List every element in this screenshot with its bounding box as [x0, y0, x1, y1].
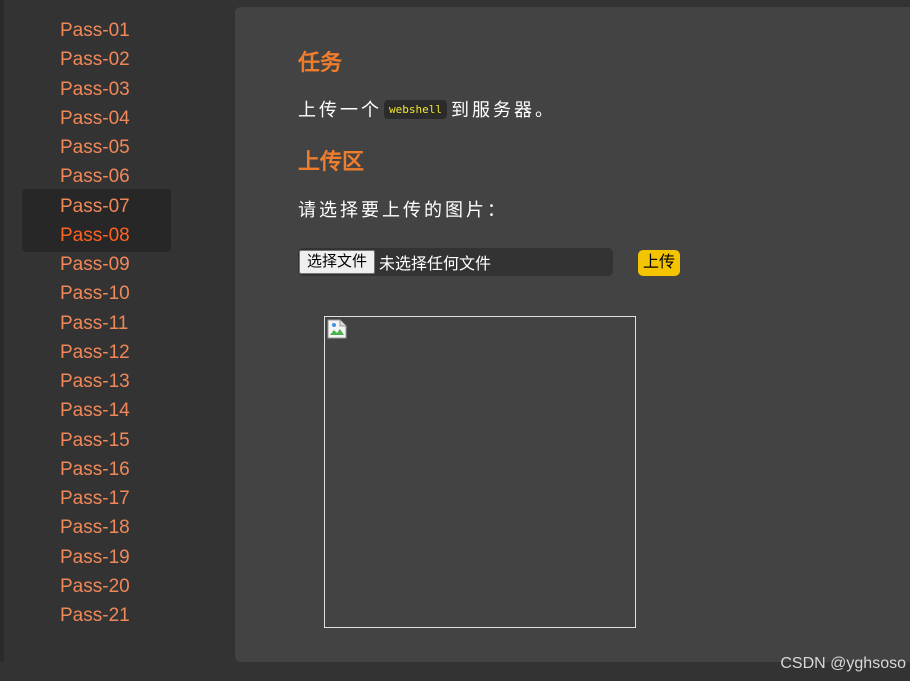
sidebar-item-pass-16[interactable]: Pass-16 — [60, 455, 130, 484]
sidebar-item-pass-07[interactable]: Pass-07 — [60, 192, 130, 221]
task-heading: 任务 — [298, 50, 343, 75]
upload-prompt: 请选择要上传的图片： — [298, 200, 508, 220]
webshell-code: webshell — [384, 100, 447, 119]
task-text-after: 到服务器。 — [450, 100, 556, 120]
sidebar-item-pass-20[interactable]: Pass-20 — [60, 572, 130, 601]
sidebar-item-pass-03[interactable]: Pass-03 — [60, 75, 130, 104]
sidebar-item-pass-05[interactable]: Pass-05 — [60, 133, 130, 162]
sidebar-item-pass-19[interactable]: Pass-19 — [60, 543, 130, 572]
broken-image-icon — [327, 319, 347, 339]
sidebar-item-pass-08[interactable]: Pass-08 — [60, 221, 130, 250]
upload-button[interactable]: 上传 — [638, 250, 681, 276]
file-input[interactable]: 选择文件 未选择任何文件 — [298, 248, 613, 276]
left-edge — [0, 0, 4, 662]
sidebar-item-pass-11[interactable]: Pass-11 — [60, 309, 130, 338]
sidebar-item-pass-18[interactable]: Pass-18 — [60, 513, 130, 542]
sidebar-item-pass-21[interactable]: Pass-21 — [60, 601, 130, 630]
sidebar-item-pass-04[interactable]: Pass-04 — [60, 104, 130, 133]
sidebar-item-pass-10[interactable]: Pass-10 — [60, 279, 130, 308]
image-preview — [324, 316, 636, 628]
sidebar-item-pass-17[interactable]: Pass-17 — [60, 484, 130, 513]
sidebar-item-pass-13[interactable]: Pass-13 — [60, 367, 130, 396]
sidebar-list: Pass-01 Pass-02 Pass-03 Pass-04 Pass-05 Pass-… — [60, 16, 130, 630]
task-text-before: 上传一个 — [298, 100, 382, 120]
sidebar-item-pass-01[interactable]: Pass-01 — [60, 16, 130, 45]
sidebar-item-pass-09[interactable]: Pass-09 — [60, 250, 130, 279]
sidebar-item-pass-12[interactable]: Pass-12 — [60, 338, 130, 367]
sidebar-item-pass-14[interactable]: Pass-14 — [60, 396, 130, 425]
upload-heading: 上传区 — [298, 149, 365, 174]
watermark: CSDN @yghsoso — [780, 655, 906, 672]
sidebar-item-pass-02[interactable]: Pass-02 — [60, 45, 130, 74]
sidebar-item-pass-06[interactable]: Pass-06 — [60, 162, 130, 191]
choose-file-button[interactable]: 选择文件 — [299, 250, 376, 274]
file-status-text: 未选择任何文件 — [379, 256, 492, 273]
task-description: 上传一个 webshell 到服务器。 — [298, 96, 556, 122]
main-panel: 任务 上传一个 webshell 到服务器。 上传区 请选择要上传的图片： 选择文件… — [235, 7, 910, 662]
sidebar-item-pass-15[interactable]: Pass-15 — [60, 426, 130, 455]
